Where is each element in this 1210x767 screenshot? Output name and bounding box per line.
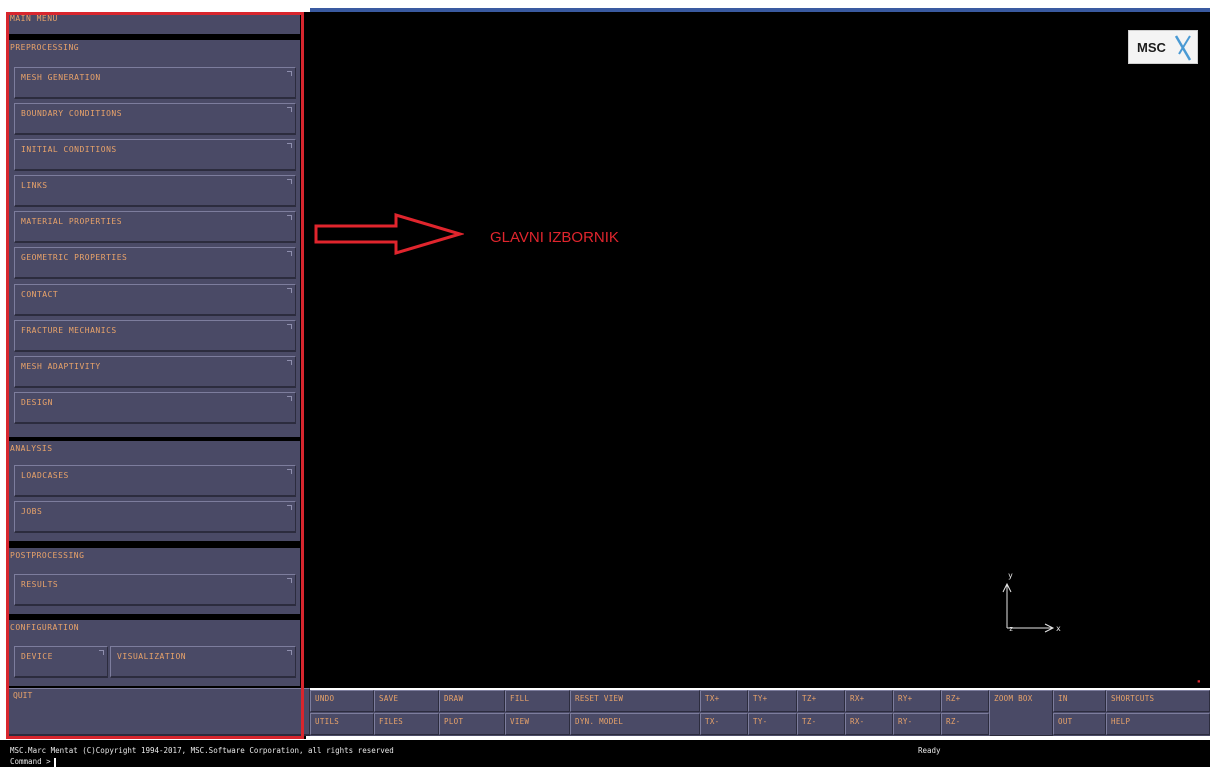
view-button[interactable]: VIEW [505,713,570,735]
device-button[interactable]: DEVICE [14,646,108,678]
button-label: LOADCASES [21,471,69,480]
button-label: BOUNDARY CONDITIONS [21,109,123,118]
text-cursor [53,757,56,767]
button-label: DEVICE [21,652,53,661]
submenu-corner-icon [287,505,292,510]
annotation-arrow-icon [314,212,464,256]
rx-plus-button[interactable]: RX+ [845,690,893,712]
utils-button[interactable]: UTILS [310,713,374,735]
submenu-corner-icon [287,360,292,365]
tz-plus-button[interactable]: TZ+ [797,690,845,712]
button-label: CONTACT [21,290,59,299]
results-button[interactable]: RESULTS [14,574,296,606]
button-label: FRACTURE MECHANICS [21,326,117,335]
coordinate-triad-icon: y x z [1002,571,1061,633]
rx-minus-button[interactable]: RX- [845,713,893,735]
status-bar: MSC.Marc Mentat (C)Copyright 1994-2017, … [0,740,1210,767]
quit-button[interactable]: QUIT [6,688,310,736]
command-line[interactable]: Command > [10,757,56,767]
rz-minus-button[interactable]: RZ- [941,713,989,735]
reset-view-button[interactable]: RESET VIEW [570,690,700,712]
command-prompt: Command > [10,757,51,766]
ty-minus-button[interactable]: TY- [748,713,797,735]
shortcuts-button[interactable]: SHORTCUTS [1106,690,1210,712]
boundary-conditions-button[interactable]: BOUNDARY CONDITIONS [14,103,296,135]
submenu-corner-icon [287,578,292,583]
button-label: DESIGN [21,398,53,407]
submenu-corner-icon [287,469,292,474]
mesh-generation-button[interactable]: MESH GENERATION [14,67,296,99]
fracture-mechanics-button[interactable]: FRACTURE MECHANICS [14,320,296,352]
submenu-corner-icon [287,251,292,256]
button-label: VISUALIZATION [117,652,187,661]
rz-plus-button[interactable]: RZ+ [941,690,989,712]
logo-swoosh-icon [1174,35,1192,61]
axis-x-label: x [1056,624,1061,633]
button-label: INITIAL CONDITIONS [21,145,117,154]
configuration-title: CONFIGURATION [10,623,80,632]
submenu-corner-icon [287,396,292,401]
analysis-title: ANALYSIS [10,444,53,453]
geometric-properties-button[interactable]: GEOMETRIC PROPERTIES [14,247,296,279]
logo-text: MSC [1137,40,1166,55]
msc-logo: MSC [1128,30,1198,64]
submenu-corner-icon [287,324,292,329]
help-button[interactable]: HELP [1106,713,1210,735]
visualization-button[interactable]: VISUALIZATION [110,646,296,678]
button-label: LINKS [21,181,48,190]
design-button[interactable]: DESIGN [14,392,296,424]
postprocessing-title: POSTPROCESSING [10,551,85,560]
status-ready: Ready [918,746,941,755]
axis-y-label: y [1008,571,1013,580]
fill-button[interactable]: FILL [505,690,570,712]
tx-minus-button[interactable]: TX- [700,713,748,735]
button-label: RESULTS [21,580,59,589]
submenu-corner-icon [287,650,292,655]
annotation-label: GLAVNI IZBORNIK [490,229,619,246]
ry-plus-button[interactable]: RY+ [893,690,941,712]
button-label: QUIT [13,691,33,700]
links-button[interactable]: LINKS [14,175,296,207]
preprocessing-title: PREPROCESSING [10,43,80,52]
submenu-corner-icon [287,143,292,148]
button-label: MESH ADAPTIVITY [21,362,101,371]
save-button[interactable]: SAVE [374,690,439,712]
submenu-corner-icon [287,215,292,220]
undo-button[interactable]: UNDO [310,690,374,712]
submenu-corner-icon [99,650,104,655]
button-label: MESH GENERATION [21,73,101,82]
button-label: MATERIAL PROPERTIES [21,217,123,226]
dyn-model-button[interactable]: DYN. MODEL [570,713,700,735]
mesh-adaptivity-button[interactable]: MESH ADAPTIVITY [14,356,296,388]
tz-minus-button[interactable]: TZ- [797,713,845,735]
plot-button[interactable]: PLOT [439,713,505,735]
material-properties-button[interactable]: MATERIAL PROPERTIES [14,211,296,243]
ty-plus-button[interactable]: TY+ [748,690,797,712]
copyright-text: MSC.Marc Mentat (C)Copyright 1994-2017, … [10,746,394,755]
button-label: GEOMETRIC PROPERTIES [21,253,128,262]
tx-plus-button[interactable]: TX+ [700,690,748,712]
draw-button[interactable]: DRAW [439,690,505,712]
button-label: JOBS [21,507,43,516]
main-menu-title: MAIN MENU [6,12,300,34]
axis-z-label: z [1009,625,1013,633]
submenu-corner-icon [287,71,292,76]
submenu-corner-icon [287,107,292,112]
bottom-toolbar: UNDO SAVE DRAW FILL RESET VIEW TX+ TY+ T… [310,690,1210,736]
ry-minus-button[interactable]: RY- [893,713,941,735]
jobs-button[interactable]: JOBS [14,501,296,533]
contact-button[interactable]: CONTACT [14,284,296,316]
submenu-corner-icon [287,179,292,184]
submenu-corner-icon [287,288,292,293]
files-button[interactable]: FILES [374,713,439,735]
initial-conditions-button[interactable]: INITIAL CONDITIONS [14,139,296,171]
zoom-box-button[interactable]: ZOOM BOX [989,690,1053,736]
viewport-corner-mark: ▪ [1197,678,1201,685]
zoom-out-button[interactable]: OUT [1053,713,1106,735]
zoom-in-button[interactable]: IN [1053,690,1106,712]
loadcases-button[interactable]: LOADCASES [14,465,296,497]
